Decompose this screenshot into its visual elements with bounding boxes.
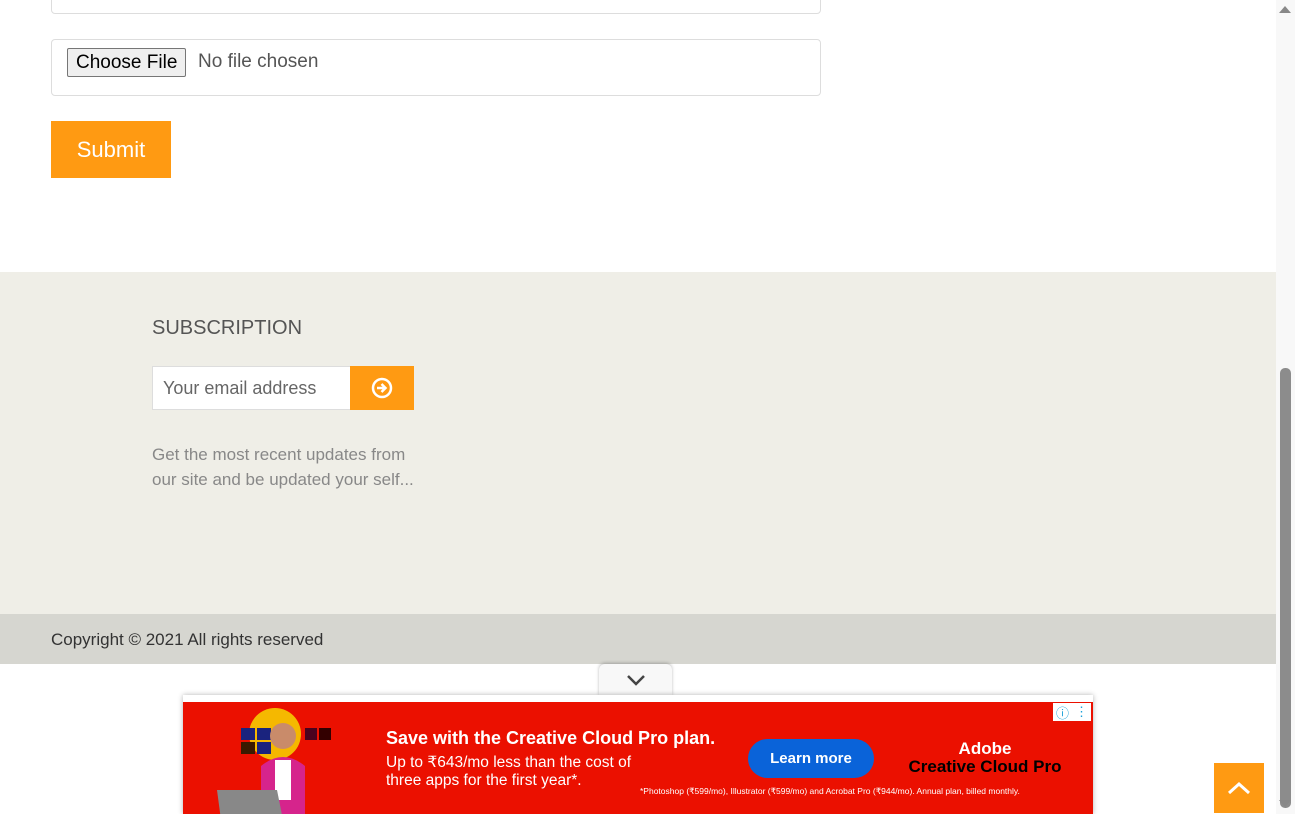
back-to-top-button[interactable] (1214, 763, 1264, 813)
ad-headline: Save with the Creative Cloud Pro plan. (386, 728, 716, 748)
ad-content[interactable]: Save with the Creative Cloud Pro plan. U… (183, 702, 1093, 814)
ad-fine-print: *Photoshop (₹599/mo), Illustrator (₹599/… (640, 786, 1020, 796)
arrow-circle-right-icon (371, 377, 393, 399)
file-upload-field: Choose File No file chosen (51, 39, 821, 96)
ad-banner[interactable]: Save with the Creative Cloud Pro plan. U… (183, 695, 1093, 814)
chevron-down-icon (626, 675, 645, 686)
chevron-up-icon (1227, 781, 1251, 795)
subscription-description: Get the most recent updates from our sit… (152, 445, 414, 489)
learn-more-button[interactable]: Learn more (748, 739, 874, 778)
choose-file-button[interactable]: Choose File (67, 48, 187, 77)
scroll-down-arrow-icon[interactable] (1279, 800, 1291, 807)
adobe-logo: Adobe Creative Cloud Pro (905, 740, 1065, 776)
scrollbar-thumb[interactable] (1280, 368, 1291, 808)
collapse-ad-button[interactable] (599, 664, 672, 696)
subscription-title: SUBSCRIPTION (152, 317, 303, 339)
brand-line1: Adobe (958, 739, 1012, 758)
subscribe-button[interactable] (350, 366, 414, 410)
brand-line2: Creative Cloud Pro (908, 757, 1062, 776)
copyright: Copyright © 2021 All rights reserved (0, 614, 1276, 664)
ad-subtext: Up to ₹643/mo less than the cost of thre… (386, 754, 632, 789)
info-icon[interactable]: ⓘ (1056, 703, 1069, 722)
previous-form-field[interactable] (51, 0, 821, 14)
ad-person-image (217, 708, 331, 814)
file-status: No file chosen (198, 51, 319, 72)
scroll-up-arrow-icon[interactable] (1279, 6, 1291, 13)
ad-choices[interactable]: ⓘ ⋮ (1053, 703, 1091, 721)
submit-button[interactable]: Submit (51, 121, 171, 178)
more-options-icon[interactable]: ⋮ (1075, 704, 1088, 720)
email-input[interactable] (152, 366, 351, 410)
